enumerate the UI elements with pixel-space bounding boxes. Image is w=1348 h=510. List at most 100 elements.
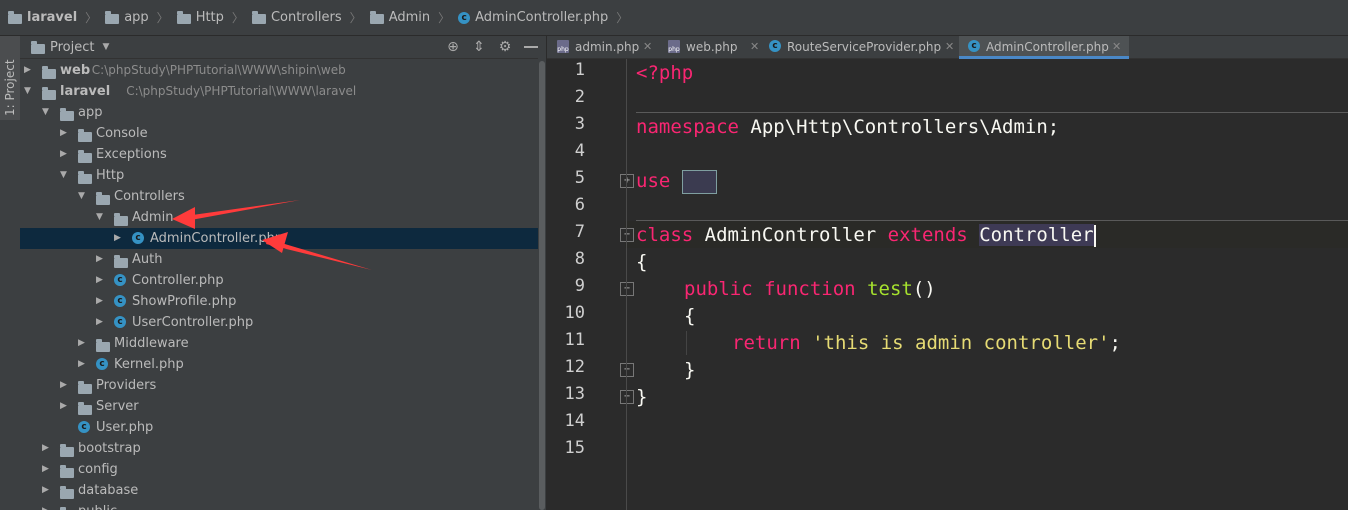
collapse-arrow-icon[interactable]: ▼ [96, 207, 106, 228]
chevron-down-icon[interactable]: ▼ [102, 42, 109, 52]
line-number-gutter: + − − − − 1 2 3 4 5 6 7 8 9 10 11 12 13 14 15 [547, 59, 634, 510]
tree-node[interactable]: ▶ config [20, 459, 538, 480]
line-number: 1 [574, 60, 585, 80]
line-number: 11 [564, 330, 585, 350]
folder-icon [105, 10, 120, 24]
tree-node-label: Console [96, 126, 148, 141]
expand-arrow-icon[interactable]: ▶ [96, 291, 106, 312]
tree-node-label: AdminController.php [150, 231, 284, 246]
expand-arrow-icon[interactable]: ▶ [78, 333, 88, 354]
tree-node[interactable]: ▶ Middleware [20, 333, 538, 354]
chevron-right-icon: 〉 [156, 11, 169, 25]
chevron-right-icon: 〉 [616, 11, 629, 25]
close-icon[interactable]: ✕ [945, 36, 954, 58]
expand-arrow-icon[interactable]: ▶ [60, 396, 70, 417]
fold-collapse-icon[interactable]: − [620, 363, 634, 377]
breadcrumb-item-laravel[interactable]: laravel 〉 [0, 0, 97, 35]
class-icon: c [114, 316, 126, 328]
project-tool-window-tab[interactable]: 1: Project [0, 36, 20, 120]
fold-collapse-icon[interactable]: − [620, 282, 634, 296]
project-scrollbar[interactable] [538, 36, 546, 510]
tree-node[interactable]: ▶ Exceptions [20, 144, 538, 165]
tree-node[interactable]: ▶ web C:\phpStudy\PHPTutorial\WWW\shipin\w… [20, 60, 538, 81]
expand-arrow-icon[interactable]: ▶ [96, 249, 106, 270]
expand-arrow-icon[interactable]: ▶ [60, 375, 70, 396]
tree-node[interactable]: ▼ laravel C:\phpStudy\PHPTutorial\WWW\lara… [20, 81, 538, 102]
tree-node[interactable]: ▶ database [20, 480, 538, 501]
tree-node[interactable]: ▶ c ShowProfile.php [20, 291, 538, 312]
project-tree: ▶ web C:\phpStudy\PHPTutorial\WWW\shipin\w… [20, 60, 538, 510]
expand-arrow-icon[interactable]: ▶ [60, 144, 70, 165]
fold-expand-icon[interactable]: + [620, 174, 634, 188]
close-icon[interactable]: ✕ [750, 36, 759, 58]
project-icon [31, 41, 45, 54]
breadcrumb-item-admincontroller[interactable]: c AdminController.php 〉 [450, 0, 628, 35]
project-panel-title[interactable]: Project [50, 40, 94, 55]
tree-node-label: Admin [132, 210, 174, 225]
tree-node[interactable]: ▶ Console [20, 123, 538, 144]
collapse-arrow-icon[interactable]: ▼ [42, 102, 52, 123]
expand-arrow-icon[interactable]: ▶ [96, 270, 106, 291]
fold-collapse-icon[interactable]: − [620, 228, 634, 242]
tab-admin-php[interactable]: php admin.php ✕ [557, 36, 657, 58]
tree-node[interactable]: ▶ Providers [20, 375, 538, 396]
tree-node[interactable]: ▶ c Controller.php [20, 270, 538, 291]
folded-use-block[interactable] [681, 169, 717, 194]
tree-node[interactable]: ▼ app [20, 102, 538, 123]
expand-arrow-icon[interactable]: ▶ [114, 228, 124, 249]
tree-node-label: Providers [96, 378, 157, 393]
tree-node[interactable]: ▶ Server [20, 396, 538, 417]
expand-arrow-icon[interactable]: ▶ [42, 438, 52, 459]
tree-node[interactable]: c User.php [20, 417, 538, 438]
tab-admincontroller[interactable]: c AdminController.php ✕ [959, 36, 1129, 59]
code-line-8: class AdminController extends Controller [636, 224, 1096, 247]
tab-web-php[interactable]: php web.php ✕ [668, 36, 763, 58]
folder-icon [60, 486, 74, 499]
tree-node[interactable]: ▶ c AdminController.php [20, 228, 538, 249]
scrollbar-thumb[interactable] [539, 61, 545, 510]
collapse-arrow-icon[interactable]: ▼ [24, 81, 34, 102]
folder-icon [78, 381, 92, 394]
class-icon: c [769, 40, 781, 52]
collapse-arrow-icon[interactable]: ▼ [60, 165, 70, 186]
class-icon: c [458, 11, 471, 24]
collapse-arrow-icon[interactable]: ▼ [78, 186, 88, 207]
breadcrumb-item-app[interactable]: app 〉 [97, 0, 169, 35]
fold-guide [626, 59, 627, 510]
folder-icon [78, 402, 92, 415]
tree-node[interactable]: ▶ Auth [20, 249, 538, 270]
expand-arrow-icon[interactable]: ▶ [42, 501, 52, 510]
line-number: 15 [564, 438, 585, 458]
expand-arrow-icon[interactable]: ▶ [42, 480, 52, 501]
code-line-1: <?php [636, 62, 694, 84]
tree-node[interactable]: ▶ c UserController.php [20, 312, 538, 333]
expand-arrow-icon[interactable]: ▶ [78, 354, 88, 375]
tree-node[interactable]: ▶ bootstrap [20, 438, 538, 459]
breadcrumb-item-controllers[interactable]: Controllers 〉 [244, 0, 362, 35]
code-editor[interactable]: <?php namespace App\Http\Controllers\Adm… [636, 59, 1348, 510]
close-icon[interactable]: ✕ [1112, 36, 1121, 58]
breadcrumb-item-http[interactable]: Http 〉 [169, 0, 244, 35]
expand-arrow-icon[interactable]: ▶ [42, 459, 52, 480]
tab-routeserviceprovider[interactable]: c RouteServiceProvider.php ✕ [769, 36, 959, 58]
tree-node[interactable]: ▶ public [20, 501, 538, 510]
php-file-icon: php [668, 40, 680, 53]
expand-arrow-icon[interactable]: ▶ [60, 123, 70, 144]
fold-collapse-icon[interactable]: − [620, 390, 634, 404]
expand-arrow-icon[interactable]: ▶ [24, 60, 34, 81]
expand-arrow-icon[interactable]: ▶ [96, 312, 106, 333]
tree-node-label: Server [96, 399, 139, 414]
tree-node[interactable]: ▼ Controllers [20, 186, 538, 207]
tree-node-label: Controller.php [132, 273, 224, 288]
gear-icon[interactable]: ⚙ [496, 39, 514, 55]
tree-node[interactable]: ▼ Admin [20, 207, 538, 228]
folder-icon [96, 192, 110, 205]
tree-node[interactable]: ▼ Http [20, 165, 538, 186]
tree-node-label: Controllers [114, 189, 185, 204]
close-icon[interactable]: ✕ [643, 36, 652, 58]
locate-icon[interactable]: ⊕ [444, 39, 462, 55]
code-line-12: return 'this is admin controller'; [732, 332, 1121, 354]
tree-node[interactable]: ▶ c Kernel.php [20, 354, 538, 375]
collapse-all-icon[interactable]: ⇕ [470, 39, 488, 55]
breadcrumb-item-admin[interactable]: Admin 〉 [362, 0, 450, 35]
